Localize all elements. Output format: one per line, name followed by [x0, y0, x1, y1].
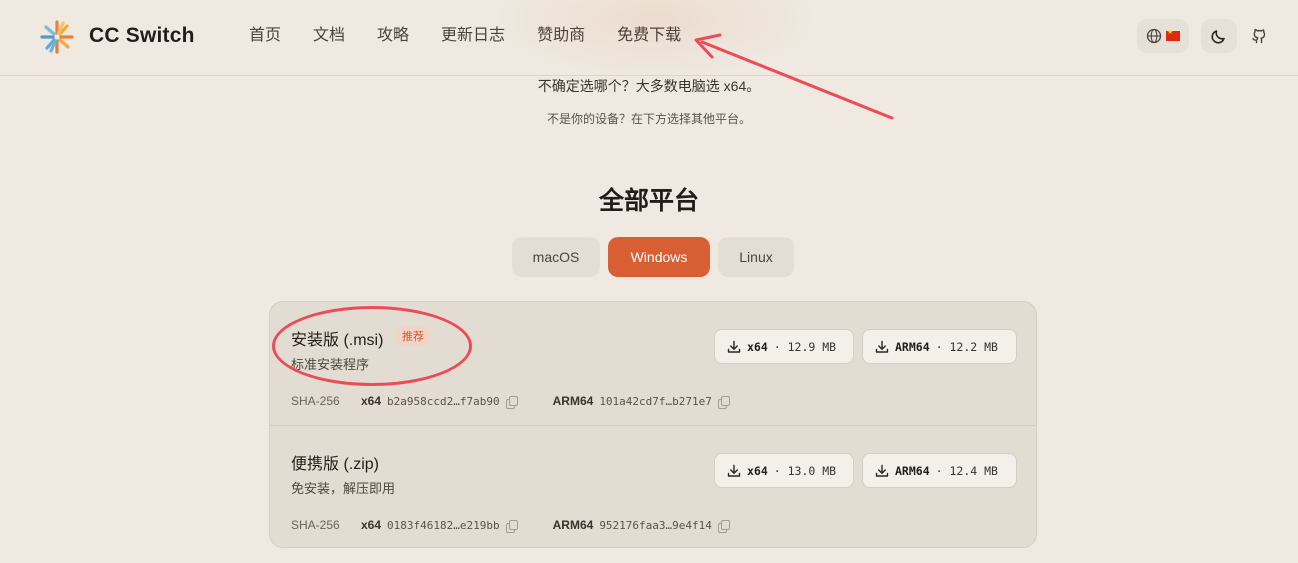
nav-sponsors[interactable]: 赞助商 [537, 26, 585, 46]
github-icon [1252, 28, 1266, 44]
download-icon [727, 464, 741, 477]
download-zip-arm64-button[interactable]: ARM64 · 12.4 MB [862, 453, 1017, 488]
nav-guides[interactable]: 攻略 [377, 26, 409, 46]
section-title: 全部平台 [598, 187, 699, 215]
nav-home[interactable]: 首页 [249, 26, 281, 46]
download-arch: x64 [747, 339, 768, 354]
recommended-badge: 推荐 [395, 326, 431, 346]
download-size: · 12.9 MB [773, 339, 837, 354]
sha-hash: 101a42cd7f…b271e7 [599, 394, 712, 408]
sha-arch: x64 [361, 394, 382, 408]
sunburst-logo-icon[interactable] [40, 20, 74, 54]
platform-tabs: macOS Windows Linux [512, 237, 794, 277]
nav-changelog[interactable]: 更新日志 [441, 26, 505, 46]
copy-icon[interactable] [717, 519, 730, 533]
china-flag-icon [1166, 28, 1180, 41]
download-zip-x64-button[interactable]: x64 · 13.0 MB [714, 453, 854, 488]
tab-linux[interactable]: Linux [718, 237, 794, 277]
nav-download[interactable]: 免费下载 [617, 26, 681, 46]
sha-label: SHA-256 [291, 394, 340, 408]
theme-toggle-button[interactable] [1201, 19, 1237, 53]
package-row-msi: 安装版 (.msi) 推荐 标准安装程序 x64 · 12.9 MB ARM64… [270, 302, 1036, 425]
download-size: · 12.2 MB [935, 339, 998, 354]
copy-icon[interactable] [505, 519, 518, 533]
download-icon [875, 340, 889, 353]
sha-arch: ARM64 [552, 394, 594, 408]
sha-label: SHA-256 [291, 518, 340, 532]
nav-docs[interactable]: 文档 [313, 26, 345, 46]
copy-icon[interactable] [505, 395, 518, 409]
package-subtitle: 免安装，解压即用 [291, 481, 396, 496]
language-button[interactable] [1137, 19, 1189, 53]
download-size: · 13.0 MB [773, 463, 837, 478]
tab-windows[interactable]: Windows [608, 237, 710, 277]
download-arch: ARM64 [895, 463, 930, 478]
sha-hash: b2a958ccd2…f7ab90 [387, 394, 500, 408]
download-size: · 12.4 MB [935, 463, 998, 478]
globe-icon [1146, 28, 1162, 44]
site-header: CC Switch 首页 文档 攻略 更新日志 赞助商 免费下载 [0, 0, 1298, 76]
platform-hint: 不是你的设备？在下方选择其他平台。 [546, 112, 751, 126]
download-msi-arm64-button[interactable]: ARM64 · 12.2 MB [862, 329, 1017, 364]
moon-icon [1211, 30, 1225, 44]
package-subtitle: 标准安装程序 [291, 357, 370, 372]
arch-hint: 不确定选哪个？大多数电脑选 x64。 [537, 78, 761, 94]
main-nav: 首页 文档 攻略 更新日志 赞助商 免费下载 [249, 26, 713, 46]
sha-arch: ARM64 [552, 518, 594, 532]
sha-hash: 0183f46182…e219bb [387, 518, 500, 532]
sha-row: SHA-256 x64 0183f46182…e219bb ARM64 9521… [291, 518, 730, 533]
download-icon [727, 340, 741, 353]
download-icon [875, 464, 889, 477]
tab-macos[interactable]: macOS [512, 237, 600, 277]
sha-row: SHA-256 x64 b2a958ccd2…f7ab90 ARM64 101a… [291, 394, 730, 409]
downloads-card: 安装版 (.msi) 推荐 标准安装程序 x64 · 12.9 MB ARM64… [269, 301, 1037, 548]
sha-arch: x64 [361, 518, 382, 532]
github-button[interactable] [1243, 19, 1275, 53]
package-title: 安装版 (.msi) [291, 332, 384, 349]
package-row-zip: 便携版 (.zip) 免安装，解压即用 x64 · 13.0 MB ARM64 … [270, 425, 1036, 547]
sha-hash: 952176faa3…9e4f14 [599, 518, 712, 532]
brand-name[interactable]: CC Switch [89, 24, 195, 48]
copy-icon[interactable] [717, 395, 730, 409]
download-msi-x64-button[interactable]: x64 · 12.9 MB [714, 329, 854, 364]
package-title: 便携版 (.zip) [291, 456, 380, 473]
download-arch: x64 [747, 463, 768, 478]
download-arch: ARM64 [895, 339, 930, 354]
